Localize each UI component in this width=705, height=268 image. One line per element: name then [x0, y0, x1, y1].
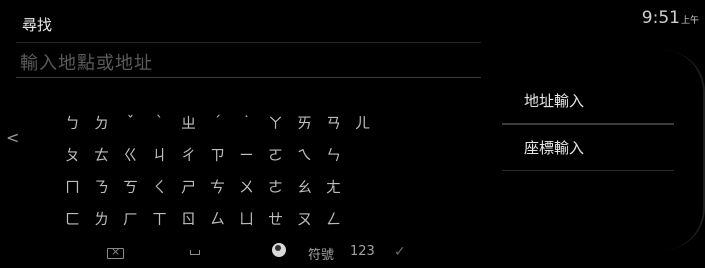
keyboard-key[interactable]: ㄑ	[145, 176, 174, 197]
keyboard-key[interactable]: ㄩ	[232, 208, 261, 229]
keyboard-key[interactable]: ㄨ	[232, 176, 261, 197]
keyboard-key[interactable]: ㄝ	[261, 208, 290, 229]
keyboard-key[interactable]: ㄈ	[58, 208, 87, 229]
keyboard-key[interactable]: ㄕ	[174, 176, 203, 197]
page-title: 尋找	[22, 16, 53, 34]
globe-icon[interactable]	[272, 243, 286, 257]
keyboard-key[interactable]: ㄊ	[87, 144, 116, 165]
keyboard-key[interactable]: ㄜ	[261, 176, 290, 197]
keyboard-key[interactable]: ㄔ	[174, 144, 203, 165]
keyboard-key[interactable]: ㄐ	[145, 144, 174, 165]
keyboard-key[interactable]: ㄦ	[348, 112, 377, 133]
keyboard-key[interactable]: ㄋ	[87, 176, 116, 197]
search-input[interactable]: 輸入地點或地址	[16, 42, 481, 78]
clock-ampm: 上午	[680, 16, 699, 26]
keyboard-key[interactable]: ㄆ	[58, 144, 87, 165]
menu-item-address-input[interactable]: 地址輸入	[502, 78, 674, 125]
keyboard-key[interactable]: ˊ	[203, 113, 232, 131]
numbers-key[interactable]: 123	[350, 244, 375, 259]
keyboard-key[interactable]: ㄙ	[203, 208, 232, 229]
keyboard-key[interactable]: ㄧ	[232, 144, 261, 165]
keyboard-key[interactable]: ㄍ	[116, 144, 145, 165]
keyboard-key[interactable]: ㄣ	[319, 144, 348, 165]
menu-item-coordinate-input[interactable]: 座標輸入	[502, 125, 674, 171]
keyboard-key[interactable]: ㄌ	[87, 208, 116, 229]
keyboard-bottom-row: 符號 123 ✓	[58, 243, 478, 264]
zhuyin-keyboard: ㄅㄉ ˇ ˋ ㄓ ˊ ˙ ㄚㄞㄢㄦ ㄆㄊㄍㄐㄔㄗㄧㄛㄟㄣ ㄇㄋㄎㄑㄕㄘㄨㄜㄠㄤ ㄈㄌㄏㄒㄖㄙ…	[58, 106, 406, 263]
keyboard-key[interactable]: ˙	[232, 113, 261, 131]
keyboard-key[interactable]: ˇ	[116, 113, 145, 131]
symbols-key[interactable]: 符號	[308, 244, 334, 263]
input-mode-menu: 地址輸入 座標輸入	[502, 78, 674, 171]
keyboard-key[interactable]: ㄖ	[174, 208, 203, 229]
keyboard-row-4: ㄈㄌㄏㄒㄖㄙㄩㄝㄡㄥ	[58, 202, 377, 234]
keyboard-key[interactable]: ㄚ	[261, 112, 290, 133]
keyboard-key[interactable]: ㄤ	[319, 176, 348, 197]
keyboard-key[interactable]: ㄉ	[87, 112, 116, 133]
keyboard-key[interactable]: ㄎ	[116, 176, 145, 197]
keyboard-key[interactable]: ㄅ	[58, 112, 87, 133]
keyboard-row-1: ㄅㄉ ˇ ˋ ㄓ ˊ ˙ ㄚㄞㄢㄦ	[58, 106, 377, 138]
keyboard-key[interactable]: ㄒ	[145, 208, 174, 229]
keyboard-key[interactable]: ㄞ	[290, 112, 319, 133]
keyboard-key[interactable]: ㄇ	[58, 176, 87, 197]
checkmark-icon[interactable]: ✓	[394, 244, 406, 260]
space-icon[interactable]	[190, 250, 200, 255]
keyboard-row-2: ㄆㄊㄍㄐㄔㄗㄧㄛㄟㄣ	[58, 138, 377, 170]
keyboard-key[interactable]: ˋ	[145, 113, 174, 131]
keyboard-key[interactable]: ㄥ	[319, 208, 348, 229]
keyboard-key[interactable]: ㄢ	[319, 112, 348, 133]
clock: 9:51上午	[642, 8, 699, 28]
keyboard-key[interactable]: ㄛ	[261, 144, 290, 165]
scroll-arc	[663, 50, 705, 250]
search-placeholder: 輸入地點或地址	[20, 53, 153, 74]
keyboard-key[interactable]: ㄘ	[203, 176, 232, 197]
keyboard-key[interactable]: ㄡ	[290, 208, 319, 229]
keyboard-key[interactable]: ㄓ	[174, 112, 203, 133]
keyboard-row-3: ㄇㄋㄎㄑㄕㄘㄨㄜㄠㄤ	[58, 170, 377, 202]
keyboard-key[interactable]: ㄟ	[290, 144, 319, 165]
clock-time: 9:51	[641, 8, 680, 28]
keyboard-key[interactable]: ㄗ	[203, 144, 232, 165]
keyboard-key[interactable]: ㄏ	[116, 208, 145, 229]
keyboard-key[interactable]: ㄠ	[290, 176, 319, 197]
backspace-icon[interactable]	[107, 245, 124, 259]
chevron-left-icon[interactable]: <	[6, 128, 19, 147]
